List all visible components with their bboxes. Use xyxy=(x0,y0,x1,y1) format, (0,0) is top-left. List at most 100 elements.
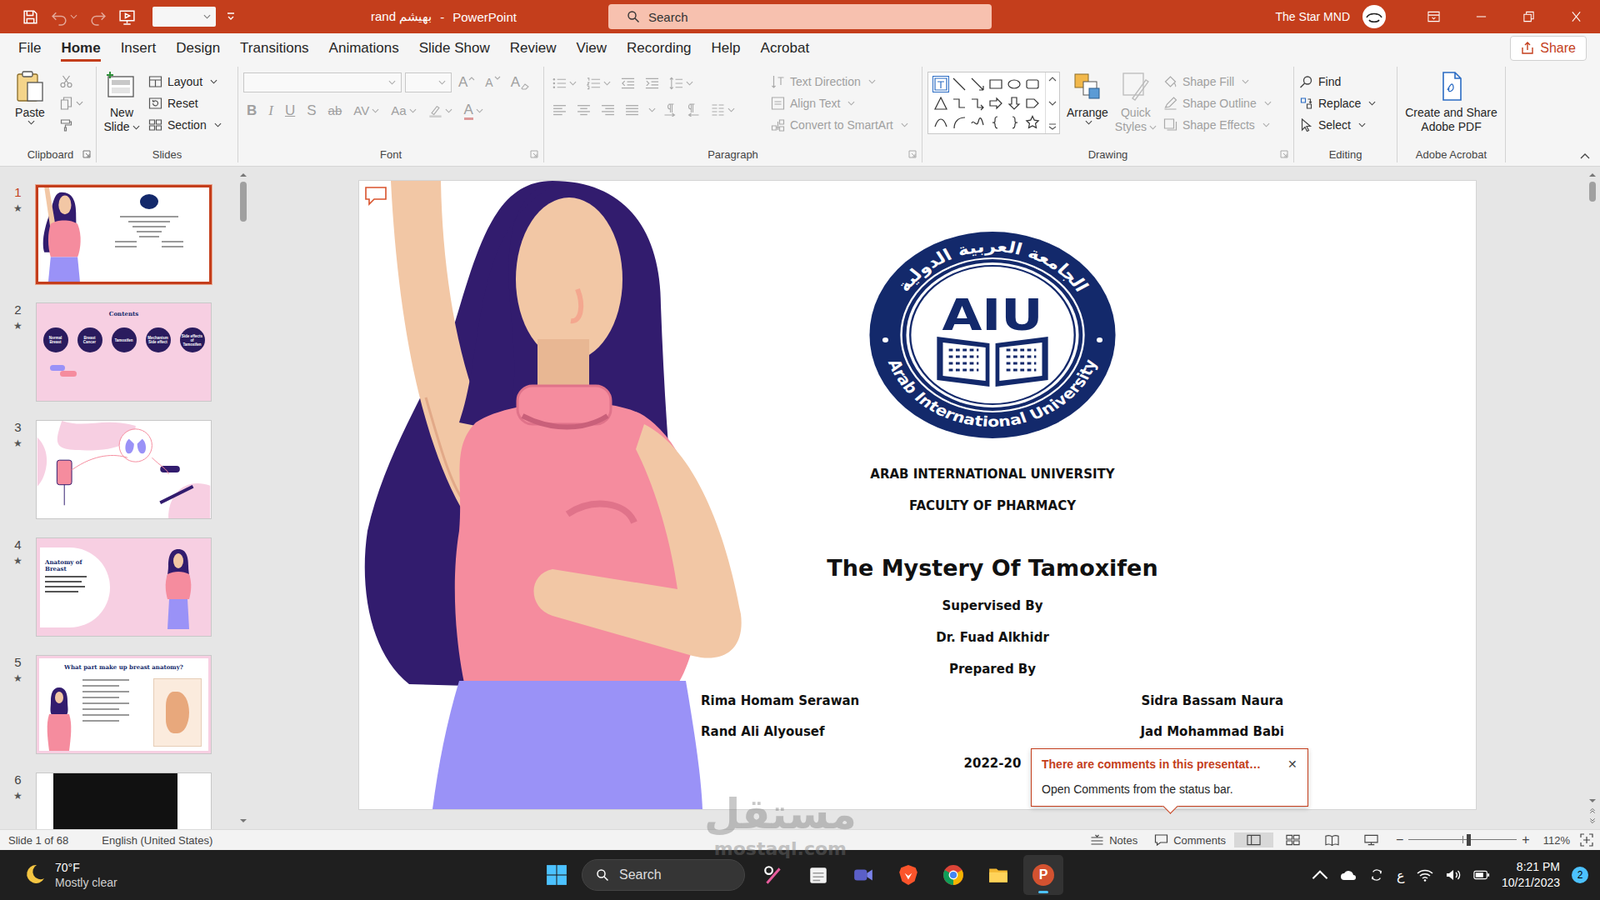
select-button[interactable]: Select xyxy=(1299,115,1376,135)
scroll-down-icon[interactable] xyxy=(1588,797,1597,805)
ribbon-display-button[interactable] xyxy=(1410,0,1458,34)
user-avatar-icon[interactable] xyxy=(1361,4,1387,30)
arrange-button[interactable]: Arrange xyxy=(1066,68,1109,125)
scroll-down-icon[interactable] xyxy=(239,817,248,825)
shape-effects-button[interactable]: Shape Effects xyxy=(1163,115,1272,135)
reading-view-button[interactable] xyxy=(1312,832,1352,848)
ribbon-tab[interactable]: Slide Show xyxy=(409,33,500,64)
align-button[interactable] xyxy=(597,100,619,120)
paste-button[interactable]: Paste xyxy=(10,68,50,125)
slideshow-view-button[interactable] xyxy=(1351,832,1391,848)
align-button[interactable] xyxy=(549,100,570,120)
layout-button[interactable]: Layout xyxy=(148,71,222,92)
user-name[interactable]: The Star MND xyxy=(1275,10,1350,24)
shape-icon[interactable] xyxy=(933,95,949,111)
sync-icon[interactable] xyxy=(1368,868,1385,882)
bullets-button[interactable] xyxy=(549,73,580,94)
dialog-launcher-icon[interactable] xyxy=(530,150,539,159)
comments-button[interactable]: Comments xyxy=(1145,834,1235,847)
weather-widget[interactable]: 70°FMostly clear xyxy=(0,860,537,890)
create-pdf-button[interactable]: Create and ShareAdobe PDF xyxy=(1402,68,1501,135)
shape-icon[interactable] xyxy=(1006,76,1022,92)
close-notification-button[interactable]: ✕ xyxy=(1287,757,1298,771)
shape-icon[interactable] xyxy=(988,95,1004,111)
ribbon-tab[interactable]: File xyxy=(8,33,51,64)
dialog-launcher-icon[interactable] xyxy=(82,150,91,159)
notes-taskbar-button[interactable] xyxy=(798,855,839,895)
show-hidden-icons-icon[interactable] xyxy=(1311,868,1329,882)
shape-icon[interactable] xyxy=(988,115,1004,130)
shape-icon[interactable] xyxy=(933,76,949,92)
comment-marker-icon[interactable] xyxy=(364,185,388,206)
collapse-ribbon-icon[interactable] xyxy=(1580,152,1590,160)
align-button[interactable]: Align Text xyxy=(770,93,909,114)
volume-icon[interactable] xyxy=(1445,868,1462,882)
ribbon-tab[interactable]: Animations xyxy=(319,33,410,64)
ribbon-tab[interactable]: Help xyxy=(701,33,751,64)
battery-icon[interactable] xyxy=(1473,868,1490,882)
cut-button[interactable] xyxy=(56,71,86,92)
sorter-view-button[interactable] xyxy=(1273,832,1313,848)
align-button[interactable] xyxy=(621,100,643,120)
numbering-button[interactable] xyxy=(583,73,615,94)
shape-fill-button[interactable]: Shape Fill xyxy=(1163,71,1272,92)
scroll-up-icon[interactable] xyxy=(1048,75,1057,83)
ribbon-tab[interactable]: Home xyxy=(50,33,110,64)
dialog-launcher-icon[interactable] xyxy=(908,150,917,159)
save-button[interactable] xyxy=(18,4,43,30)
bold-button[interactable]: B xyxy=(243,100,260,122)
shape-icon[interactable] xyxy=(988,76,1004,92)
slide-thumbnail[interactable] xyxy=(35,772,212,830)
notes-button[interactable]: Notes xyxy=(1081,834,1146,847)
scroll-up-icon[interactable] xyxy=(1588,171,1597,179)
present-button[interactable] xyxy=(115,4,140,30)
zoom-slider-thumb[interactable] xyxy=(1466,834,1471,846)
direction-button[interactable]: Text Direction xyxy=(770,71,909,92)
notification-badge[interactable]: 2 xyxy=(1571,866,1589,884)
highlight-button[interactable] xyxy=(425,100,456,122)
ribbon-tab[interactable]: Transitions xyxy=(230,33,320,64)
shape-icon[interactable] xyxy=(1025,115,1040,130)
grow-font-button[interactable]: A xyxy=(455,71,479,94)
shrink-font-button[interactable]: A xyxy=(481,71,504,94)
brave-taskbar-button[interactable] xyxy=(888,855,929,895)
zoom-level[interactable]: 112% xyxy=(1543,834,1570,847)
slide-thumbnail-row[interactable]: 6★ xyxy=(0,772,237,830)
meet-taskbar-button[interactable] xyxy=(843,855,884,895)
fit-to-window-icon[interactable] xyxy=(1580,833,1594,847)
slide-thumbnail[interactable] xyxy=(35,420,212,520)
ribbon-tab[interactable]: Acrobat xyxy=(750,33,820,64)
scroll-thumb[interactable] xyxy=(240,181,247,222)
wifi-icon[interactable] xyxy=(1416,868,1434,882)
language-indicator[interactable]: English (United States) xyxy=(101,834,213,847)
shape-icon[interactable] xyxy=(970,95,985,111)
scroll-thumb[interactable] xyxy=(1589,181,1596,202)
line-spacing-button[interactable] xyxy=(665,73,697,94)
input-language[interactable]: ع xyxy=(1396,867,1405,884)
clock[interactable]: 8:21 PM10/21/2023 xyxy=(1501,859,1560,891)
font-size-box[interactable] xyxy=(405,72,452,93)
onedrive-cloud-icon[interactable] xyxy=(1340,868,1357,882)
slide-thumbnail-row[interactable]: 5★What part make up breast anatomy? xyxy=(0,655,237,755)
undo-button[interactable] xyxy=(47,4,81,30)
normal-view-button[interactable] xyxy=(1234,832,1274,848)
explorer-taskbar-button[interactable] xyxy=(978,855,1019,895)
slide-thumbnail-row[interactable]: 4★Anatomy of Breast xyxy=(0,537,237,637)
section-button[interactable]: Section xyxy=(148,115,222,135)
columns-button[interactable] xyxy=(707,100,739,120)
previous-slide-icon[interactable] xyxy=(1588,807,1597,815)
slide-scrollbar[interactable] xyxy=(1585,166,1600,830)
shape-icon[interactable] xyxy=(970,76,985,92)
dialog-launcher-icon[interactable] xyxy=(1280,150,1289,159)
slide-thumbnail-row[interactable]: 3★ xyxy=(0,420,237,520)
shape-icon[interactable] xyxy=(970,115,985,130)
scroll-up-icon[interactable] xyxy=(239,171,248,179)
start-button[interactable] xyxy=(536,855,577,895)
zoom-in-button[interactable]: + xyxy=(1516,832,1535,848)
zoom-slider[interactable] xyxy=(1408,834,1517,846)
quick-access-font-size-box[interactable] xyxy=(152,6,216,27)
decrease-indent-button[interactable] xyxy=(617,73,639,94)
taskbar-search[interactable]: Search xyxy=(581,859,745,891)
ribbon-tab[interactable]: Insert xyxy=(110,33,167,64)
case-button[interactable]: Aa xyxy=(387,100,420,122)
